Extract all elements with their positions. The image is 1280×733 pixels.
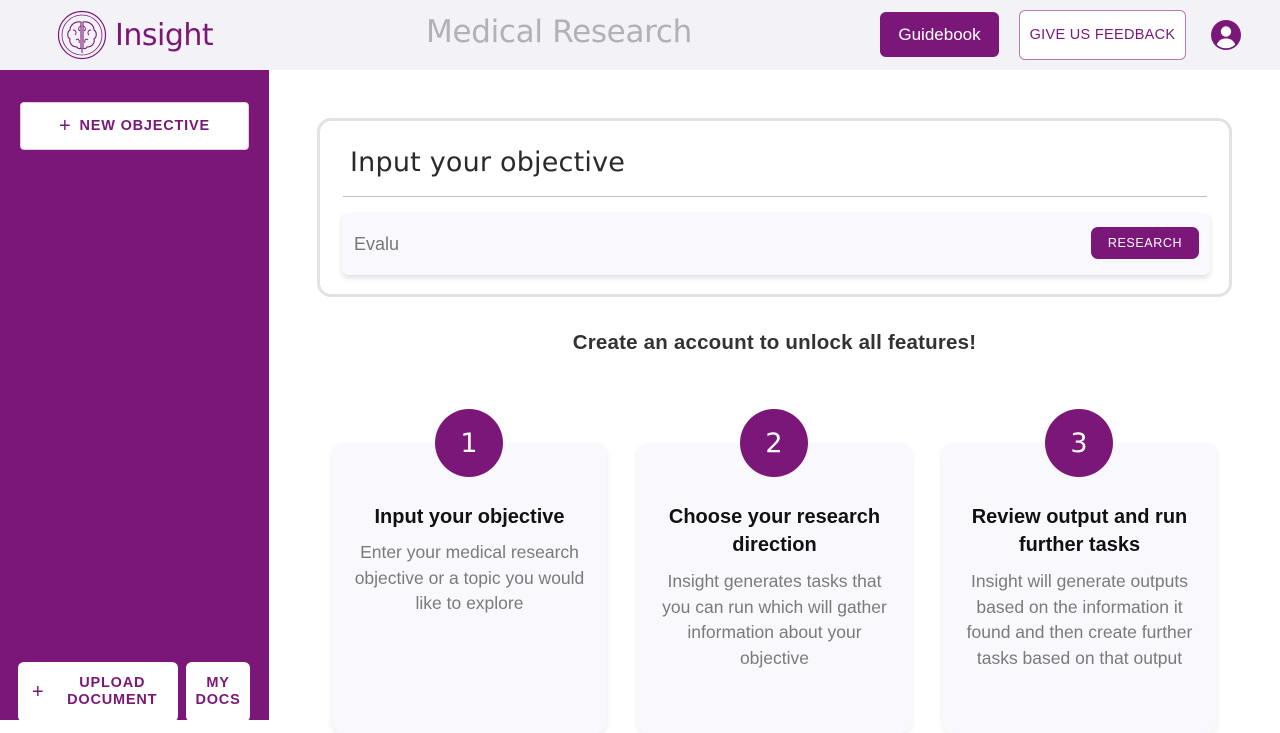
mydocs-label-line2: DOCS bbox=[195, 692, 241, 708]
upload-label-line1: UPLOAD bbox=[79, 675, 146, 691]
step-card-3: Review output and run further tasks Insi… bbox=[942, 443, 1217, 733]
step-title: Input your objective bbox=[374, 506, 565, 528]
step-title: Review output and run further tasks bbox=[971, 506, 1188, 556]
step-number-badge: 3 bbox=[1045, 409, 1113, 477]
feedback-button[interactable]: GIVE US FEEDBACK bbox=[1019, 10, 1186, 60]
my-docs-label: MY DOCS bbox=[195, 675, 240, 709]
research-button[interactable]: RESEARCH bbox=[1091, 227, 1199, 259]
new-objective-label: NEW OBJECTIVE bbox=[79, 118, 210, 134]
page-title: Medical Research bbox=[426, 14, 693, 50]
step-number-badge: 2 bbox=[740, 409, 808, 477]
guidebook-button[interactable]: Guidebook bbox=[880, 12, 999, 57]
mydocs-label-line1: MY bbox=[206, 675, 230, 691]
user-avatar-icon[interactable] bbox=[1210, 19, 1242, 51]
step-card-1: Input your objective Enter your medical … bbox=[332, 443, 607, 733]
logo-text: Insight bbox=[115, 17, 214, 53]
brain-logo-icon bbox=[57, 10, 107, 60]
objective-input[interactable] bbox=[354, 225, 1054, 263]
plus-icon: + bbox=[32, 681, 45, 703]
step-description: Insight generates tasks that you can run… bbox=[662, 571, 887, 668]
step-description: Enter your medical research objective or… bbox=[354, 542, 585, 613]
new-objective-button[interactable]: + NEW OBJECTIVE bbox=[20, 102, 249, 150]
my-docs-button[interactable]: MY DOCS bbox=[186, 662, 250, 722]
plus-icon: + bbox=[59, 115, 72, 137]
upload-document-button[interactable]: + UPLOAD DOCUMENT bbox=[18, 662, 178, 722]
divider bbox=[343, 196, 1207, 197]
sidebar: + NEW OBJECTIVE + UPLOAD DOCUMENT MY DOC… bbox=[0, 70, 269, 722]
objective-input-container: RESEARCH bbox=[342, 213, 1210, 275]
upload-document-label: UPLOAD DOCUMENT bbox=[52, 675, 178, 709]
objective-card: Input your objective RESEARCH bbox=[317, 118, 1232, 297]
step-card-2: Choose your research direction Insight g… bbox=[637, 443, 912, 733]
step-title: Choose your research direction bbox=[668, 506, 881, 556]
top-bar: Insight Medical Research Guidebook GIVE … bbox=[0, 0, 1280, 70]
step-description: Insight will generate outputs based on t… bbox=[966, 571, 1193, 668]
upload-label-line2: DOCUMENT bbox=[67, 692, 158, 708]
logo[interactable]: Insight bbox=[57, 10, 214, 60]
account-cta-text: Create an account to unlock all features… bbox=[572, 331, 977, 354]
objective-heading: Input your objective bbox=[350, 147, 626, 178]
step-number-badge: 1 bbox=[435, 409, 503, 477]
